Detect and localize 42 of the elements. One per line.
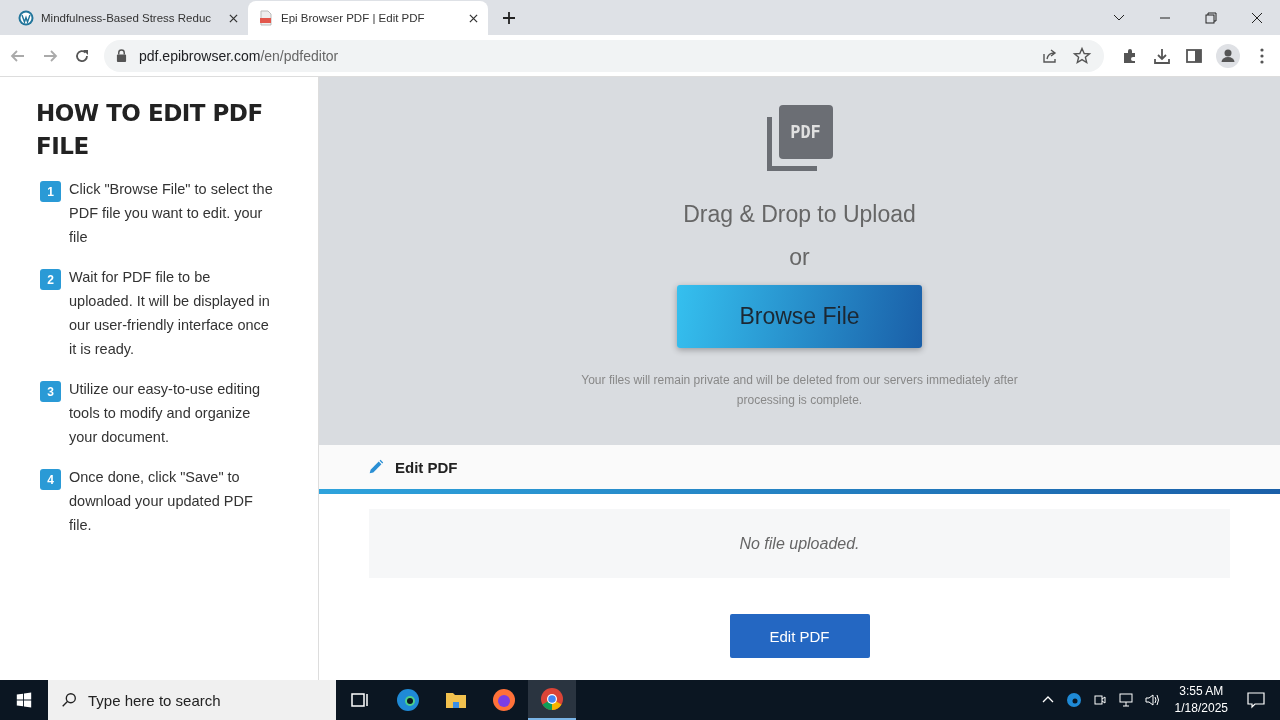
camera-icon[interactable]	[1091, 692, 1108, 708]
step-number: 4	[40, 469, 61, 490]
browser-tab[interactable]: Epi Browser PDF | Edit PDF	[248, 1, 488, 35]
close-icon[interactable]	[229, 13, 238, 23]
close-icon[interactable]	[469, 13, 478, 23]
step-number: 1	[40, 181, 61, 202]
chrome-icon	[540, 687, 564, 711]
pdf-file-icon	[258, 10, 274, 26]
pencil-icon	[367, 458, 385, 476]
star-icon[interactable]	[1072, 45, 1092, 66]
restore-icon[interactable]	[1203, 9, 1219, 26]
step-text: Click "Browse File" to select the PDF file you want to edit. your file	[69, 180, 274, 247]
new-tab-icon[interactable]	[502, 10, 516, 25]
address-bar[interactable]: pdf.epibrowser.com/en/pdfeditor	[104, 39, 1104, 72]
edge-icon[interactable]	[1065, 692, 1082, 708]
guide-heading: HOW TO EDIT PDF FILE	[36, 99, 264, 161]
firefox-icon	[492, 688, 516, 712]
empty-message: No file uploaded.	[739, 534, 860, 553]
step-number: 2	[40, 269, 61, 290]
edge-icon	[396, 688, 420, 712]
or-text: or	[789, 244, 810, 271]
clock[interactable]: 3:55 AM 1/18/2025	[1174, 683, 1228, 717]
windows-start-icon[interactable]	[15, 691, 33, 709]
taskbar-search-field[interactable]: Type here to search	[48, 680, 336, 720]
step-text: Wait for PDF file to be uploaded. It will be displayed in our user-friendly interface once it is ready.	[69, 268, 271, 359]
step-text: Utilize our easy-to-use editing tools to modify and organize your document.	[69, 380, 261, 447]
search-icon	[60, 691, 78, 709]
browser-tab[interactable]: Mindfulness-Based Stress Reduc	[8, 1, 248, 35]
wordpress-icon	[18, 10, 34, 26]
step-text: Once done, click "Save" to download your updated PDF file.	[69, 468, 254, 535]
upload-heading: Drag & Drop to Upload	[683, 201, 916, 228]
profile-icon[interactable]	[1216, 43, 1240, 68]
privacy-note: Your files will remain private and will be deleted from our servers immediately after processing is complete.	[580, 372, 1019, 409]
editor-title: Edit PDF	[395, 458, 458, 476]
chrome-taskbar-button[interactable]	[528, 680, 576, 720]
volume-icon[interactable]	[1143, 692, 1160, 708]
step-number: 3	[40, 381, 61, 402]
network-icon[interactable]	[1117, 692, 1134, 708]
edit-pdf-button[interactable]: Edit PDF	[729, 614, 870, 658]
lock-icon	[116, 49, 127, 62]
notification-icon[interactable]	[1246, 690, 1266, 710]
browse-file-button[interactable]: Browse File	[677, 285, 922, 348]
